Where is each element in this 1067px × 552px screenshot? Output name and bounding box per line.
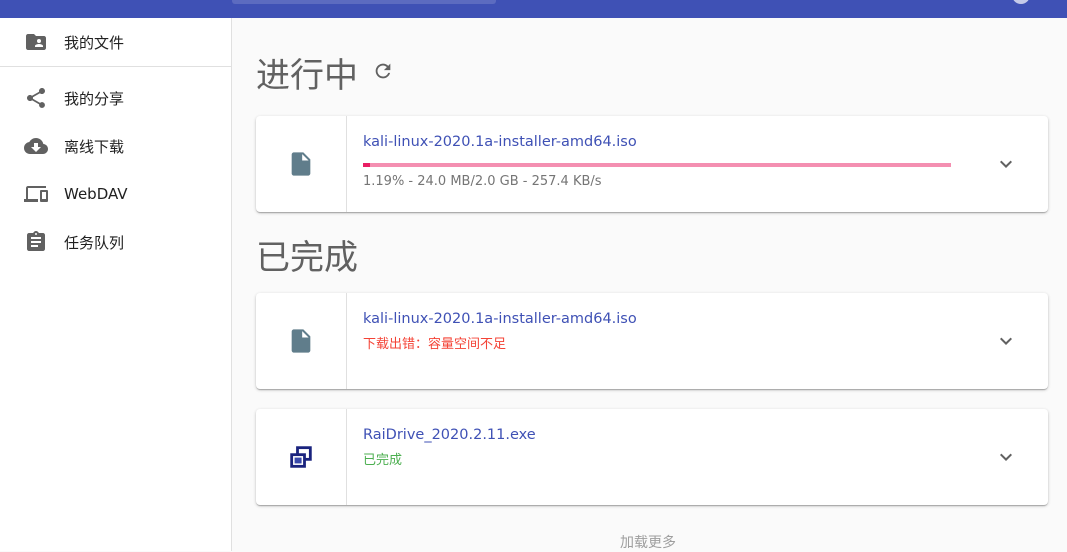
- section-title-in-progress: 进行中: [256, 56, 358, 96]
- file-icon-box: [256, 116, 347, 212]
- sidebar-item-label: 离线下载: [64, 137, 125, 156]
- file-icon: [287, 150, 315, 178]
- app-bar: [0, 0, 1067, 18]
- windows-executable-icon: [287, 443, 315, 471]
- chevron-down-icon[interactable]: [994, 152, 1018, 176]
- download-card-completed[interactable]: kali-linux-2020.1a-installer-amd64.iso 下…: [256, 293, 1048, 389]
- sidebar-item-task-queue[interactable]: 任务队列: [0, 220, 231, 264]
- devices-icon: [24, 182, 48, 206]
- folder-account-icon: [24, 30, 48, 54]
- sidebar-item-offline-download[interactable]: 离线下载: [0, 124, 231, 168]
- chevron-down-icon[interactable]: [994, 445, 1018, 469]
- refresh-icon[interactable]: [372, 60, 394, 82]
- progress-text: 1.19% - 24.0 MB/2.0 GB - 257.4 KB/s: [363, 174, 602, 189]
- sidebar-item-label: WebDAV: [64, 185, 128, 203]
- chevron-down-icon[interactable]: [994, 329, 1018, 353]
- sidebar-item-label: 任务队列: [64, 233, 125, 252]
- sidebar-item-webdav[interactable]: WebDAV: [0, 172, 231, 216]
- clipboard-icon: [24, 230, 48, 254]
- download-filename: kali-linux-2020.1a-installer-amd64.iso: [363, 311, 637, 327]
- sidebar-item-label: 我的文件: [64, 33, 125, 52]
- cloud-download-icon: [24, 134, 48, 158]
- sidebar-divider: [0, 66, 231, 67]
- download-card-completed[interactable]: RaiDrive_2020.2.11.exe 已完成: [256, 409, 1048, 505]
- download-card-in-progress[interactable]: kali-linux-2020.1a-installer-amd64.iso 1…: [256, 116, 1048, 212]
- download-filename: RaiDrive_2020.2.11.exe: [363, 427, 536, 443]
- progress-bar-fill: [363, 163, 370, 167]
- avatar[interactable]: [1012, 0, 1030, 4]
- section-title-completed: 已完成: [256, 238, 358, 278]
- progress-bar: [363, 163, 951, 167]
- file-icon-box: [256, 409, 347, 505]
- sidebar-item-label: 我的分享: [64, 89, 125, 108]
- download-status-success: 已完成: [363, 453, 403, 468]
- sidebar-item-my-shares[interactable]: 我的分享: [0, 76, 231, 120]
- download-filename: kali-linux-2020.1a-installer-amd64.iso: [363, 134, 637, 150]
- sidebar-item-my-files[interactable]: 我的文件: [0, 20, 231, 64]
- file-icon-box: [256, 293, 347, 389]
- search-bar[interactable]: [232, 0, 496, 4]
- sidebar: 我的文件 我的分享 离线下载 WebDAV 任务队列: [0, 18, 232, 551]
- download-status-error: 下载出错：容量空间不足: [363, 337, 507, 352]
- main-content: 进行中 kali-linux-2020.1a-installer-amd64.i…: [232, 18, 1067, 551]
- share-icon: [24, 86, 48, 110]
- load-more-button[interactable]: 加载更多: [620, 532, 676, 552]
- file-icon: [287, 327, 315, 355]
